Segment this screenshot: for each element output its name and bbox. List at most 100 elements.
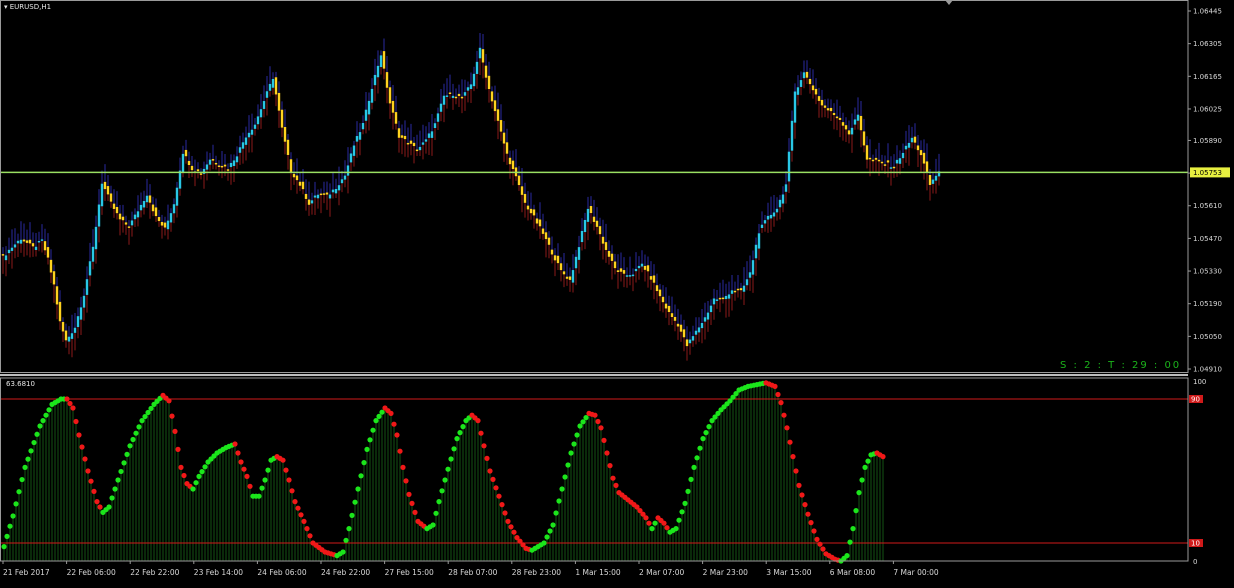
bear-candle xyxy=(871,159,875,162)
bull-candle xyxy=(802,72,806,79)
falling-dot xyxy=(289,488,295,494)
falling-dot xyxy=(778,400,784,406)
falling-dot xyxy=(508,524,514,530)
bear-candle xyxy=(661,296,665,303)
bear-candle xyxy=(922,152,926,164)
falling-dot xyxy=(178,464,184,470)
bear-candle xyxy=(187,160,191,166)
bull-candle xyxy=(16,240,20,244)
rising-dot xyxy=(106,504,112,510)
bear-candle xyxy=(679,324,683,332)
bull-candle xyxy=(97,204,101,227)
bear-candle xyxy=(616,270,620,273)
time-tick-label: 2 Mar 23:00 xyxy=(703,568,749,577)
bull-candle xyxy=(142,201,146,208)
bull-candle xyxy=(724,295,728,300)
time-tick-label: 24 Feb 22:00 xyxy=(321,568,370,577)
chart-canvas[interactable]: 1.06445 1.06305 1.06165 1.06025 1.05890 1.056… xyxy=(0,0,1234,584)
rising-dot xyxy=(553,510,559,516)
bull-candle xyxy=(424,139,428,142)
falling-dot xyxy=(166,398,172,404)
bear-candle xyxy=(199,173,203,175)
bear-candle xyxy=(868,157,872,160)
chart-window[interactable]: 1.06445 1.06305 1.06165 1.06025 1.05890 1.056… xyxy=(0,0,1234,584)
time-tick-label: 22 Feb 06:00 xyxy=(67,568,116,577)
bear-candle xyxy=(220,165,224,168)
bear-candle xyxy=(589,206,593,214)
bull-candle xyxy=(232,160,236,166)
time-tick-label: 6 Mar 08:00 xyxy=(830,568,876,577)
dropdown-triangle-icon[interactable]: ▾ xyxy=(4,3,8,11)
bear-candle xyxy=(415,149,419,152)
bear-candle xyxy=(298,181,302,186)
rising-dot xyxy=(46,407,52,413)
bear-candle xyxy=(151,204,155,212)
falling-dot xyxy=(307,533,313,539)
shift-marker-icon[interactable] xyxy=(945,0,953,5)
bull-candle xyxy=(901,152,905,159)
bear-candle xyxy=(568,276,572,280)
rising-dot xyxy=(580,419,586,425)
falling-dot xyxy=(181,472,187,479)
rising-dot xyxy=(133,430,139,436)
bear-candle xyxy=(613,261,617,269)
bear-candle xyxy=(508,157,512,165)
rising-dot xyxy=(379,409,385,415)
bear-candle xyxy=(604,242,608,250)
falling-dot xyxy=(820,546,826,552)
bear-candle xyxy=(109,193,113,202)
rising-dot xyxy=(340,549,346,555)
bull-candle xyxy=(637,265,641,269)
rising-dot xyxy=(688,476,694,482)
bear-candle xyxy=(217,165,221,168)
bull-candle xyxy=(694,330,698,335)
bear-candle xyxy=(865,145,869,160)
rising-dot xyxy=(13,501,19,507)
symbol-header[interactable]: ▾ EURUSD,H1 xyxy=(4,3,51,11)
bear-candle xyxy=(505,142,509,154)
rising-dot xyxy=(118,468,124,475)
bear-candle xyxy=(490,91,494,102)
rising-dot xyxy=(856,490,862,496)
bull-candle xyxy=(166,220,170,230)
falling-dot xyxy=(496,493,502,499)
bull-candle xyxy=(934,175,938,181)
bear-candle xyxy=(454,96,458,99)
bear-candle xyxy=(493,100,497,112)
falling-dot xyxy=(664,525,670,531)
rising-dot xyxy=(364,446,370,452)
oscillator-tick-label: 100 xyxy=(1193,378,1206,386)
falling-dot xyxy=(817,541,823,547)
falling-dot xyxy=(232,441,238,447)
bull-candle xyxy=(241,142,245,149)
bull-candle xyxy=(583,219,587,233)
bear-candle xyxy=(448,92,452,95)
bear-candle xyxy=(811,85,815,91)
bear-candle xyxy=(733,290,737,293)
bull-candle xyxy=(136,211,140,218)
rising-dot xyxy=(112,486,118,492)
falling-dot xyxy=(484,455,490,461)
falling-dot xyxy=(481,443,487,449)
bull-candle xyxy=(433,123,437,128)
bear-candle xyxy=(25,240,29,243)
bear-candle xyxy=(322,193,326,195)
bear-candle xyxy=(535,218,539,224)
rising-dot xyxy=(34,431,40,437)
bear-candle xyxy=(652,275,656,283)
rising-dot xyxy=(7,523,13,529)
bear-candle xyxy=(496,109,500,121)
bear-candle xyxy=(277,92,281,111)
bull-candle xyxy=(796,87,800,95)
falling-dot xyxy=(97,504,103,510)
bear-candle xyxy=(223,164,227,167)
falling-dot xyxy=(880,454,886,460)
rising-dot xyxy=(691,464,697,470)
bull-candle xyxy=(463,92,467,96)
bull-candle xyxy=(472,73,476,87)
bear-candle xyxy=(412,142,416,147)
bull-candle xyxy=(580,230,584,243)
bear-candle xyxy=(562,271,566,275)
bull-candle xyxy=(634,268,638,272)
bull-candle xyxy=(904,145,908,150)
